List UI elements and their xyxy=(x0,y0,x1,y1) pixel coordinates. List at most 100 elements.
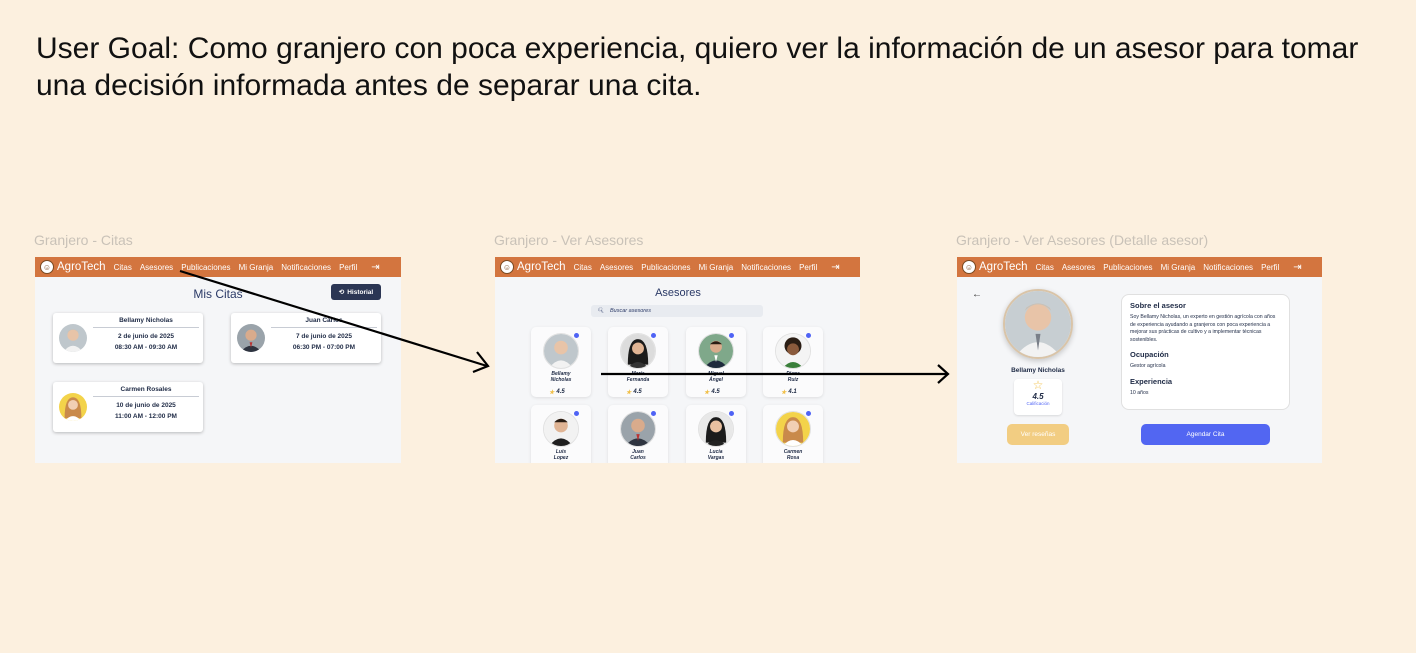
logout-icon[interactable]: ⇥ xyxy=(371,262,379,273)
advisor-name: Bellamy Nicholas xyxy=(550,371,572,383)
appointment-card[interactable]: Carmen Rosales 10 de junio de 2025 11:00… xyxy=(53,382,203,432)
about-text: Soy Bellamy Nicholas, un experto en gest… xyxy=(1130,314,1276,343)
history-button[interactable]: ⟲ Historial xyxy=(331,284,381,300)
online-status-dot xyxy=(729,411,734,416)
rating-label: Calificación xyxy=(1026,401,1050,406)
online-status-dot xyxy=(574,411,579,416)
appointment-advisor-name: Juan Carlos xyxy=(271,317,377,328)
user-goal-text: User Goal: Como granjero con poca experi… xyxy=(36,32,1359,102)
nav-citas[interactable]: Citas xyxy=(114,263,132,272)
nav-perfil[interactable]: Perfil xyxy=(799,263,817,272)
page-title: Asesores xyxy=(655,287,701,299)
appointment-time: 11:00 AM - 12:00 PM xyxy=(115,413,177,420)
nav-asesores[interactable]: Asesores xyxy=(600,263,633,272)
advisor-avatar xyxy=(775,411,811,447)
appointment-card[interactable]: Bellamy Nicholas 2 de junio de 2025 08:3… xyxy=(53,313,203,363)
nav-perfil[interactable]: Perfil xyxy=(339,263,357,272)
top-nav: ☺ AgroTech Citas Asesores Publicaciones … xyxy=(495,257,860,277)
nav-mi-granja[interactable]: Mi Granja xyxy=(699,263,734,272)
advisor-name: Luis Lopez xyxy=(553,449,569,461)
search-icon: 🔍︎ xyxy=(597,308,604,314)
advisor-name: Juan Carlos xyxy=(630,449,646,461)
appointment-advisor-name: Carmen Rosales xyxy=(93,386,199,397)
view-reviews-button[interactable]: Ver reseñas xyxy=(1007,424,1069,445)
frame-title-citas: Granjero - Citas xyxy=(34,232,133,248)
advisor-card[interactable]: Carmen Rosa xyxy=(763,405,823,463)
advisor-rating: ★ 4.1 xyxy=(781,389,797,396)
online-status-dot xyxy=(574,333,579,338)
top-nav: ☺ AgroTech Citas Asesores Publicaciones … xyxy=(35,257,401,277)
advisor-name: Bellamy Nicholas xyxy=(1011,367,1065,374)
nav-notificaciones[interactable]: Notificaciones xyxy=(1203,263,1253,272)
advisor-avatar xyxy=(543,333,579,369)
advisor-name: Carmen Rosa xyxy=(783,449,803,461)
appointment-card[interactable]: Juan Carlos 7 de junio de 2025 06:30 PM … xyxy=(231,313,381,363)
advisor-card[interactable]: Juan Carlos xyxy=(608,405,668,463)
logout-icon[interactable]: ⇥ xyxy=(1293,262,1301,273)
brand-name: AgroTech xyxy=(517,261,566,273)
advisor-avatar xyxy=(698,333,734,369)
advisor-card[interactable]: Luis Lopez xyxy=(531,405,591,463)
nav-asesores[interactable]: Asesores xyxy=(1062,263,1095,272)
advisor-avatar xyxy=(698,411,734,447)
nav-mi-granja[interactable]: Mi Granja xyxy=(239,263,274,272)
brand-logo[interactable]: ☺ AgroTech xyxy=(40,260,106,274)
appointment-date: 2 de junio de 2025 xyxy=(118,333,174,340)
nav-asesores[interactable]: Asesores xyxy=(140,263,173,272)
search-placeholder: Buscar asesores xyxy=(609,308,651,314)
screen-detalle-asesor: ☺ AgroTech Citas Asesores Publicaciones … xyxy=(957,257,1322,463)
advisor-avatar xyxy=(775,333,811,369)
advisor-avatar xyxy=(620,333,656,369)
advisor-card[interactable]: Lucia Vargas xyxy=(686,405,746,463)
advisor-avatar xyxy=(59,393,87,421)
advisor-card[interactable]: Diana Ruiz ★ 4.1 xyxy=(763,327,823,397)
advisor-avatar xyxy=(620,411,656,447)
rating-box: ☆ 4.5 Calificación xyxy=(1014,379,1062,415)
frame-title-detalle: Granjero - Ver Asesores (Detalle asesor) xyxy=(956,232,1209,248)
arrowhead-icon xyxy=(937,364,950,384)
advisor-avatar xyxy=(237,324,265,352)
advisor-rating: ★ 4.5 xyxy=(549,389,565,396)
advisor-card[interactable]: Bellamy Nicholas ★ 4.5 xyxy=(531,327,591,397)
advisor-rating: ★ 4.5 xyxy=(704,389,720,396)
online-status-dot xyxy=(806,333,811,338)
nav-citas[interactable]: Citas xyxy=(1036,263,1054,272)
nav-perfil[interactable]: Perfil xyxy=(1261,263,1279,272)
nav-publicaciones[interactable]: Publicaciones xyxy=(181,263,230,272)
search-input[interactable]: 🔍︎ Buscar asesores xyxy=(591,305,763,317)
brand-logo[interactable]: ☺ AgroTech xyxy=(962,260,1028,274)
about-title: Sobre el asesor xyxy=(1130,301,1186,310)
advisor-name: Diana Ruiz xyxy=(786,371,800,383)
screen-asesores: ☺ AgroTech Citas Asesores Publicaciones … xyxy=(495,257,860,463)
advisor-avatar-large xyxy=(1003,289,1073,359)
advisor-name: María Fernanda xyxy=(626,371,650,383)
nav-publicaciones[interactable]: Publicaciones xyxy=(641,263,690,272)
occupation-title: Ocupación xyxy=(1130,350,1169,359)
nav-notificaciones[interactable]: Notificaciones xyxy=(741,263,791,272)
frame-title-asesores: Granjero - Ver Asesores xyxy=(494,232,644,248)
appointment-time: 08:30 AM - 09:30 AM xyxy=(114,344,178,351)
advisor-card[interactable]: María Fernanda ★ 4.5 xyxy=(608,327,668,397)
advisor-name: Miguel Ángel xyxy=(708,371,724,383)
nav-publicaciones[interactable]: Publicaciones xyxy=(1103,263,1152,272)
history-icon: ⟲ xyxy=(338,289,345,296)
about-advisor-panel: Sobre el asesor Soy Bellamy Nicholas, un… xyxy=(1121,294,1290,410)
screen-citas: ☺ AgroTech Citas Asesores Publicaciones … xyxy=(35,257,401,463)
brand-logo[interactable]: ☺ AgroTech xyxy=(500,260,566,274)
star-icon: ★ xyxy=(781,390,787,396)
star-icon: ★ xyxy=(549,390,555,396)
back-arrow-icon[interactable]: ← xyxy=(972,289,982,300)
advisor-avatar xyxy=(543,411,579,447)
experience-title: Experiencia xyxy=(1130,376,1173,386)
online-status-dot xyxy=(651,411,656,416)
top-nav: ☺ AgroTech Citas Asesores Publicaciones … xyxy=(957,257,1322,277)
appointment-advisor-name: Bellamy Nicholas xyxy=(93,317,199,328)
brand-name: AgroTech xyxy=(57,261,106,273)
nav-notificaciones[interactable]: Notificaciones xyxy=(281,263,331,272)
logout-icon[interactable]: ⇥ xyxy=(831,262,839,273)
nav-mi-granja[interactable]: Mi Granja xyxy=(1161,263,1196,272)
nav-citas[interactable]: Citas xyxy=(574,263,592,272)
advisor-card[interactable]: Miguel Ángel ★ 4.5 xyxy=(686,327,746,397)
arrowhead-icon xyxy=(472,351,490,374)
schedule-appointment-button[interactable]: Agendar Cita xyxy=(1141,424,1270,445)
